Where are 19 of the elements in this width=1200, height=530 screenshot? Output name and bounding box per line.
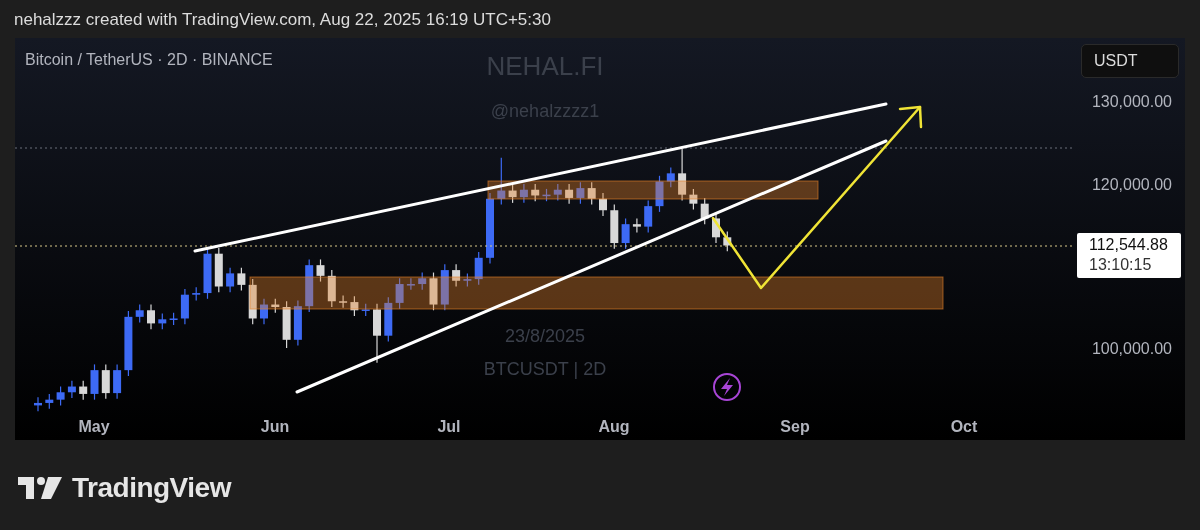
watermark-text: 23/8/2025 <box>504 326 586 346</box>
time-label: May <box>78 418 110 435</box>
logo-icon <box>18 477 62 499</box>
last-price-value: 112,544.88 <box>1089 235 1169 255</box>
currency-button[interactable]: USDT <box>1081 44 1179 78</box>
price-label: 130,000.00 <box>1091 93 1172 110</box>
watermark-text: BTCUSDT | 2D <box>483 359 607 379</box>
price-label: 120,000.00 <box>1091 176 1172 193</box>
symbol-legend: Bitcoin / TetherUS · 2D · BINANCE <box>25 51 273 69</box>
time-label: Oct <box>950 418 978 435</box>
time-label: Jul <box>437 418 461 435</box>
time-label: Aug <box>598 418 630 435</box>
bar-countdown: 13:10:15 <box>1089 255 1153 275</box>
brand-name: TradingView <box>72 472 231 504</box>
time-label: Sep <box>780 418 810 435</box>
attribution-text: nehalzzz created with TradingView.com, Aug 22, 2025 16:19 UTC+5:30 <box>13 9 552 28</box>
lightning-icon[interactable] <box>713 373 741 401</box>
time-label: Jun <box>260 418 290 435</box>
price-label: 100,000.00 <box>1091 340 1172 357</box>
